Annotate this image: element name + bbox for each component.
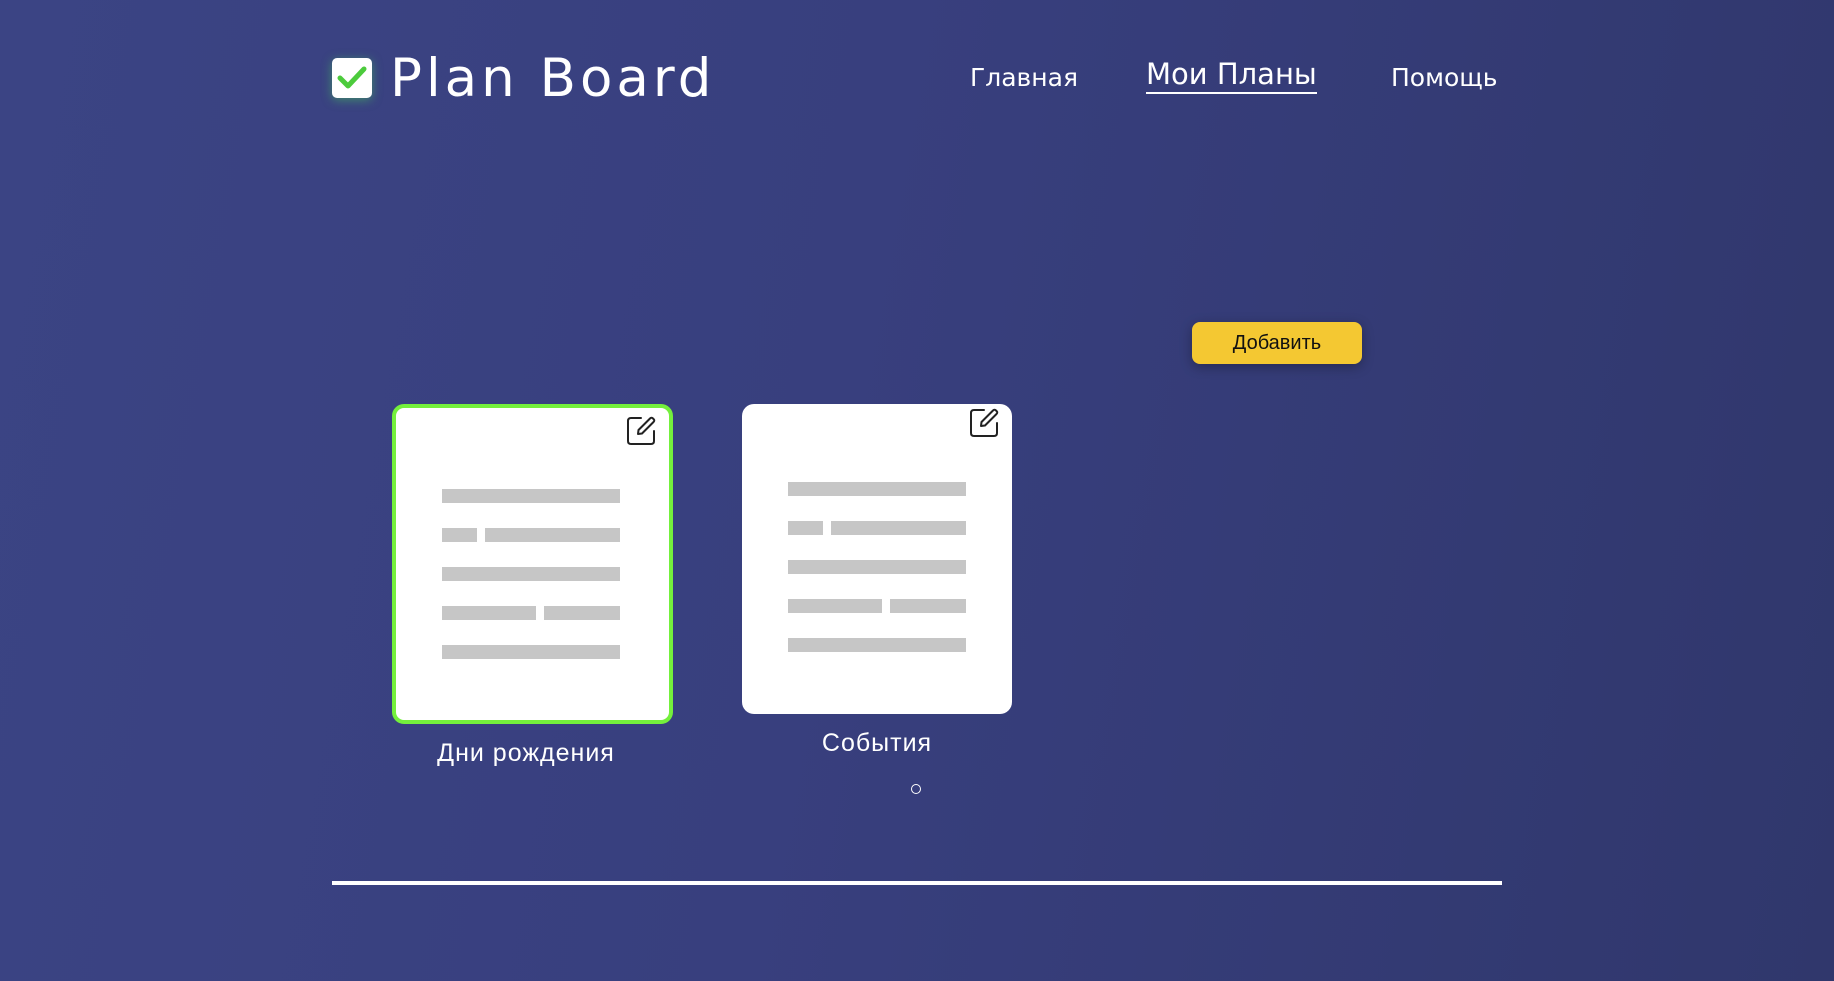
plan-label-events[interactable]: События	[742, 729, 1012, 758]
plan-label-birthdays[interactable]: Дни рождения	[392, 739, 660, 768]
nav-link-home[interactable]: Главная	[970, 60, 1078, 96]
edit-icon[interactable]	[625, 415, 657, 447]
document-placeholder-icon	[788, 482, 966, 677]
footer-divider	[332, 881, 1502, 885]
pagination-dot[interactable]	[911, 784, 921, 794]
edit-icon[interactable]	[968, 407, 1000, 439]
nav-link-my-plans[interactable]: Мои Планы	[1146, 58, 1317, 94]
plan-card-birthdays[interactable]	[392, 404, 673, 724]
nav-link-help[interactable]: Помощь	[1391, 60, 1498, 96]
add-plan-button[interactable]: Добавить	[1192, 322, 1362, 364]
document-placeholder-icon	[442, 489, 620, 684]
plan-card-events[interactable]	[742, 404, 1012, 714]
main-nav: Главная Мои Планы Помощь	[0, 58, 1834, 96]
